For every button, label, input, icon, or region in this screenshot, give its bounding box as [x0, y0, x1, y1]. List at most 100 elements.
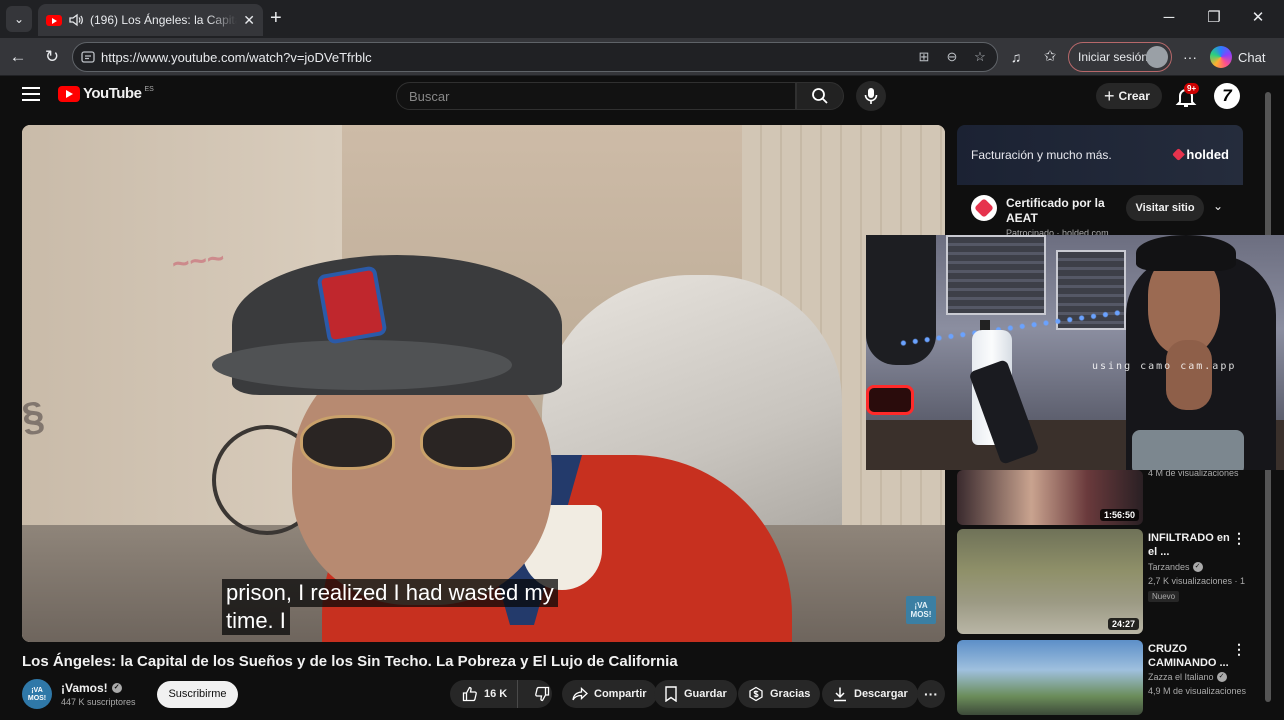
back-icon[interactable]: ←: [8, 47, 28, 67]
recommendation-thumbnail[interactable]: [957, 640, 1143, 715]
more-actions-button[interactable]: ···: [917, 680, 945, 708]
recommendation-channel[interactable]: Tarzandes ✓: [1148, 562, 1203, 572]
thanks-dollar-icon: [749, 686, 763, 702]
ad-banner[interactable]: Facturación y mucho más. holded: [957, 125, 1243, 185]
channel-name[interactable]: ¡Vamos! ✓: [61, 681, 122, 695]
tab-list-chevron-icon[interactable]: ⌄: [6, 6, 32, 32]
address-bar[interactable]: https://www.youtube.com/watch?v=joDVeTfr…: [72, 42, 998, 72]
search-icon: [812, 88, 828, 104]
search-input[interactable]: Buscar: [396, 82, 796, 110]
streamer-beanie: [1136, 235, 1236, 271]
dislike-button[interactable]: [524, 686, 550, 702]
favorite-star-icon[interactable]: ☆: [971, 48, 989, 66]
save-label: Guardar: [684, 688, 727, 700]
reload-icon[interactable]: ↻: [42, 47, 62, 67]
site-info-icon[interactable]: [81, 50, 95, 64]
ad-details: Certificado por la AEAT Patrocinado · ho…: [957, 185, 1243, 238]
rgb-speaker: [866, 385, 914, 415]
close-window-icon[interactable]: ✕: [1243, 8, 1273, 28]
room-window: [946, 235, 1046, 315]
copilot-icon: [1210, 46, 1232, 68]
youtube-header: YouTube ES Buscar + Crear 9+ 7: [0, 77, 1284, 117]
country-code: ES: [144, 86, 154, 93]
subscribe-button[interactable]: Suscribirme: [157, 681, 238, 708]
camera-watermark: using camo cam.app: [1092, 361, 1237, 372]
browser-tab-active[interactable]: (196) Los Ángeles: la Capital de los Sue…: [38, 4, 263, 36]
download-button[interactable]: Descargar: [822, 680, 918, 708]
verified-check-icon: ✓: [1216, 672, 1227, 682]
search-button[interactable]: [796, 82, 844, 110]
youtube-logo[interactable]: YouTube ES: [58, 85, 154, 102]
holded-logo-icon: [1172, 148, 1186, 161]
recommendation-views: 4,9 M de visualizaciones: [1148, 686, 1247, 696]
ad-brand-text: holded: [1186, 147, 1229, 162]
cap-logo: [316, 265, 388, 345]
tab-title: (196) Los Ángeles: la Capital de los Sue…: [90, 13, 237, 27]
streamer-hand: [1166, 340, 1212, 410]
favorites-icon[interactable]: ✩: [1040, 47, 1060, 67]
create-button[interactable]: + Crear: [1096, 83, 1162, 109]
thanks-label: Gracias: [770, 688, 811, 700]
bookmark-icon: [665, 686, 677, 702]
ad-banner-text: Facturación y mucho más.: [971, 148, 1112, 162]
channel-watermark[interactable]: ¡VA MOS!: [906, 596, 936, 624]
save-button[interactable]: Guardar: [654, 680, 737, 708]
browser-toolbar: ← ↻ https://www.youtube.com/watch?v=joDV…: [0, 38, 1284, 76]
video-duration: 24:27: [1107, 618, 1139, 630]
chevron-down-icon[interactable]: ⌄: [1213, 199, 1223, 213]
thumbs-down-icon: [535, 686, 550, 702]
media-icon[interactable]: ♫: [1006, 47, 1026, 67]
channel-avatar[interactable]: ¡VA MOS!: [22, 679, 52, 709]
recommendation-title[interactable]: INFILTRADO en el ...: [1148, 531, 1238, 559]
share-button[interactable]: Compartir: [562, 680, 657, 708]
verified-check-icon: ✓: [1192, 562, 1203, 572]
url-text: https://www.youtube.com/watch?v=joDVeTfr…: [101, 49, 372, 65]
minimize-icon[interactable]: ─: [1154, 8, 1184, 28]
video-player[interactable]: ~~~ § |! prison, I realized I had wasted…: [22, 125, 945, 642]
recommendation-menu-icon[interactable]: ⋮: [1232, 642, 1246, 656]
cap-bill: [212, 340, 512, 390]
create-label: Crear: [1118, 89, 1150, 103]
video-duration: 1:56:50: [1099, 509, 1139, 521]
recommendation-menu-icon[interactable]: ⋮: [1232, 531, 1246, 545]
new-tab-icon[interactable]: +: [270, 8, 282, 28]
tab-close-icon[interactable]: ✕: [243, 12, 255, 29]
thanks-button[interactable]: Gracias: [738, 680, 821, 708]
like-button[interactable]: 16 K: [450, 680, 519, 708]
advertiser-logo-icon[interactable]: [971, 195, 997, 221]
ad-headline: Certificado por la AEAT: [1006, 196, 1105, 225]
logo-text: YouTube: [83, 85, 142, 102]
subscriber-count: 447 K suscriptores: [61, 697, 136, 707]
more-menu-icon[interactable]: ···: [1180, 47, 1200, 67]
like-count: 16 K: [484, 688, 508, 700]
signin-label: Iniciar sesión: [1078, 50, 1149, 64]
recommendation-channel[interactable]: Zazza el Italiano ✓: [1148, 672, 1227, 682]
speaker-icon[interactable]: [68, 12, 84, 28]
app-available-icon[interactable]: ⊞: [915, 48, 933, 66]
chat-label: Chat: [1238, 49, 1266, 65]
share-arrow-icon: [572, 687, 588, 701]
menu-icon[interactable]: [22, 87, 40, 101]
maximize-icon[interactable]: ❐: [1199, 8, 1229, 28]
voice-search-button[interactable]: [856, 81, 886, 111]
graffiti-pink: ~~~: [169, 241, 227, 282]
chat-button[interactable]: Chat: [1210, 46, 1265, 68]
channel-name-text: ¡Vamos!: [61, 681, 108, 695]
zoom-icon[interactable]: ⊖: [943, 48, 961, 66]
recommendation-title[interactable]: CRUZO CAMINANDO ...: [1148, 642, 1238, 670]
notifications-badge: 9+: [1184, 83, 1200, 94]
microphone-icon: [864, 88, 878, 104]
account-avatar[interactable]: 7: [1214, 83, 1240, 109]
recommendation-thumbnail[interactable]: 1:56:50: [957, 470, 1143, 525]
video-title: Los Ángeles: la Capital de los Sueños y …: [22, 653, 678, 670]
recommendation-channel-name: Tarzandes: [1148, 562, 1190, 572]
like-dislike-group: 16 K: [450, 680, 552, 708]
youtube-play-icon: [58, 85, 80, 102]
signin-button[interactable]: Iniciar sesión: [1068, 42, 1172, 72]
download-label: Descargar: [854, 688, 908, 700]
visit-site-button[interactable]: Visitar sitio: [1126, 195, 1204, 221]
recommendation-thumbnail[interactable]: 24:27: [957, 529, 1143, 634]
caption-line-2: time. I: [222, 607, 290, 635]
person-sunglasses: [300, 415, 550, 470]
verified-check-icon: ✓: [111, 683, 122, 693]
